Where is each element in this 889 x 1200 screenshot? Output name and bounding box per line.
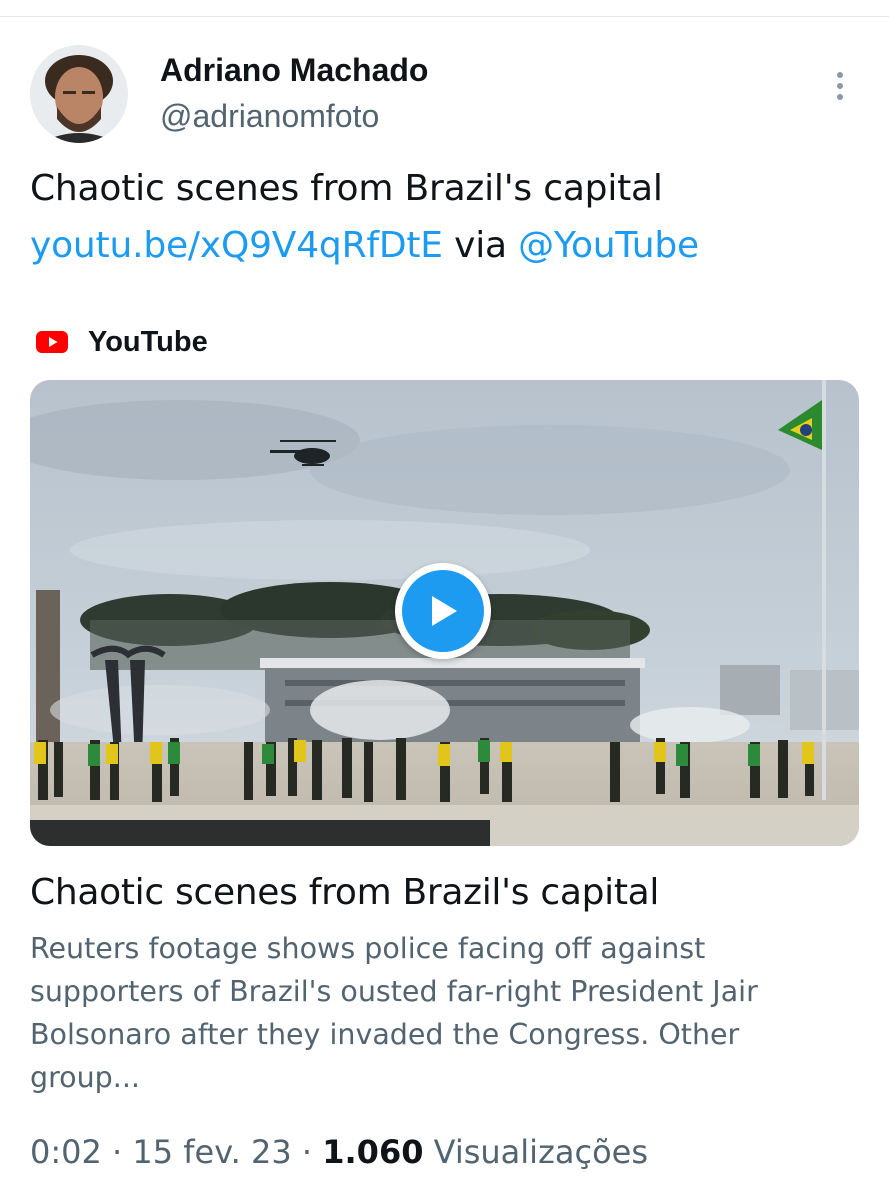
play-button[interactable] [395, 563, 491, 659]
video-thumbnail[interactable] [30, 380, 859, 846]
views-label: Visualizações [433, 1133, 648, 1171]
more-dot [837, 83, 843, 89]
views-count: 1.060 [322, 1133, 424, 1171]
tweet-text-line-2: youtu.be/xQ9V4qRfDtE via @YouTube [30, 217, 860, 274]
avatar-photo [30, 45, 128, 143]
card-description-line: group... [30, 1061, 140, 1094]
author-display-name[interactable]: Adriano Machado [160, 50, 428, 90]
mention-link[interactable]: @YouTube [518, 225, 699, 266]
meta-separator: · [112, 1133, 123, 1171]
more-dot [837, 72, 843, 78]
top-divider [0, 16, 889, 17]
via-text: via [454, 225, 507, 266]
tweet-text-line: Chaotic scenes from Brazil's capital [30, 168, 663, 209]
avatar[interactable] [30, 45, 128, 143]
card-source[interactable]: YouTube [36, 322, 208, 362]
card-source-name: YouTube [88, 325, 208, 358]
author-handle[interactable]: @adrianomfoto [160, 96, 379, 136]
card-title[interactable]: Chaotic scenes from Brazil's capital [30, 865, 860, 921]
more-vertical-icon[interactable] [822, 64, 858, 108]
card-description-line: Bolsonaro after they invaded the Congres… [30, 1018, 740, 1051]
tweet-link[interactable]: youtu.be/xQ9V4qRfDtE [30, 225, 443, 266]
tweet-date[interactable]: 15 fev. 23 [132, 1133, 291, 1171]
youtube-logo-icon [36, 331, 68, 353]
card-description: Reuters footage shows police facing off … [30, 927, 870, 1099]
tweet-meta: 0:02 · 15 fev. 23 · 1.060 Visualizações [30, 1130, 648, 1174]
meta-separator: · [301, 1133, 313, 1171]
tweet-time[interactable]: 0:02 [30, 1133, 102, 1171]
more-dot [837, 94, 843, 100]
card-description-line: supporters of Brazil's ousted far-right … [30, 975, 758, 1008]
play-icon [402, 570, 484, 652]
card-description-line: Reuters footage shows police facing off … [30, 932, 706, 965]
tweet-text: Chaotic scenes from Brazil's capital you… [30, 160, 860, 274]
